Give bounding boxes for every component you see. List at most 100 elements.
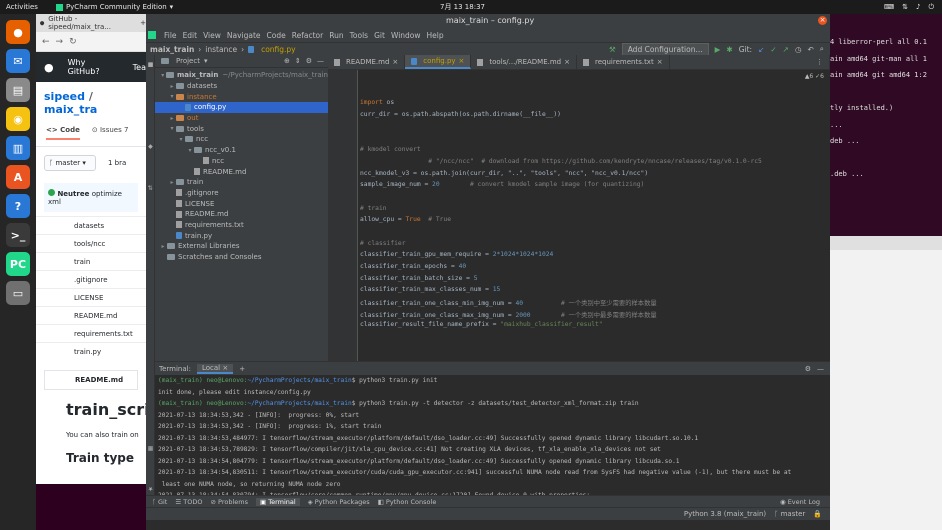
branch-selector[interactable]: ᚴ master ▾ [44, 155, 96, 171]
toolwindow-terminal[interactable]: ▣ Terminal [255, 497, 300, 506]
code-area[interactable]: import os curr_dir = os.path.abspath(os.p… [360, 76, 830, 333]
chevron-down-icon[interactable]: ▾ [177, 136, 185, 143]
structure-tool-button[interactable]: ▦ [147, 445, 154, 452]
tree-item[interactable]: train.py [155, 230, 328, 241]
files-icon[interactable]: ▤ [6, 78, 30, 102]
chevron-down-icon[interactable]: ▾ [159, 72, 166, 79]
git-update-icon[interactable]: ↙ [758, 45, 764, 54]
hide-icon[interactable]: — [817, 365, 824, 373]
chevron-down-icon[interactable]: ▾ [186, 147, 194, 154]
run-icon[interactable]: ▶ [715, 45, 721, 54]
toolwindow-todo[interactable]: ☰ TODO [175, 498, 202, 506]
breadcrumb-file[interactable]: config.py [261, 45, 296, 54]
hammer-icon[interactable]: ⚒ [609, 45, 616, 54]
terminal-tab-local[interactable]: Local × [196, 363, 234, 374]
menu-help[interactable]: Help [427, 31, 444, 40]
repo-name-link[interactable]: maix_tra [44, 103, 97, 116]
pull-requests-tool-button[interactable]: ⇄ [147, 185, 154, 190]
tree-item[interactable]: ▸ out [155, 113, 328, 124]
power-icon[interactable]: ⏻ [928, 3, 934, 12]
branch-count[interactable]: 1 bra [108, 159, 126, 167]
tree-item[interactable]: config.py [155, 102, 328, 113]
file-list-item[interactable]: requirements.txt [36, 324, 146, 342]
git-push-icon[interactable]: ↗ [783, 45, 789, 54]
menu-file[interactable]: File [164, 31, 177, 40]
close-tab-icon[interactable]: × [459, 57, 465, 65]
system-tray[interactable]: ⌨ ⇅ ♪ ⏻ [884, 3, 934, 12]
close-tab-icon[interactable]: × [392, 58, 398, 66]
firefox-icon[interactable]: ● [6, 20, 30, 44]
git-commit-icon[interactable]: ✓ [770, 45, 776, 54]
tree-item[interactable]: ncc [155, 156, 328, 167]
rollback-icon[interactable]: ↶ [808, 45, 814, 54]
git-branch-widget[interactable]: ᚴ master [774, 510, 805, 518]
close-tab-icon[interactable]: × [657, 58, 663, 66]
chevron-down-icon[interactable]: ▾ [168, 125, 176, 132]
commit-author[interactable]: Neutree [57, 190, 89, 198]
rhythmbox-icon[interactable]: ◉ [6, 107, 30, 131]
tree-item[interactable]: ▸ train [155, 177, 328, 188]
tab-code[interactable]: <> Code [46, 126, 80, 140]
tree-item[interactable]: ▾ maix_train ~/PycharmProjects/maix_train [155, 70, 328, 81]
help-icon[interactable]: ? [6, 194, 30, 218]
nav-why-github[interactable]: Why GitHub? [68, 58, 119, 76]
menu-navigate[interactable]: Navigate [227, 31, 261, 40]
locate-icon[interactable]: ⊕ [284, 57, 290, 65]
tree-item[interactable]: ▾ ncc [155, 134, 328, 145]
file-list-item[interactable]: train.py [36, 342, 146, 360]
add-configuration-button[interactable]: Add Configuration... [621, 42, 709, 56]
collapse-all-icon[interactable]: ⇕ [295, 57, 301, 65]
tree-item[interactable]: ▾ instance [155, 91, 328, 102]
menu-code[interactable]: Code [267, 31, 286, 40]
event-log-button[interactable]: ◉ Event Log [780, 498, 830, 506]
disk-icon[interactable]: ▭ [6, 281, 30, 305]
menu-view[interactable]: View [203, 31, 221, 40]
new-terminal-button[interactable]: + [239, 365, 245, 373]
gear-icon[interactable]: ⚙ [306, 57, 312, 65]
tree-item[interactable]: LICENSE [155, 198, 328, 209]
forward-icon[interactable]: → [56, 37, 64, 47]
file-list-item[interactable]: datasets [36, 216, 146, 234]
terminal-icon[interactable]: >_ [6, 223, 30, 247]
project-tool-button[interactable]: ■ [147, 61, 154, 68]
editor-tab[interactable]: tools/.../README.md × [471, 55, 577, 69]
tree-item[interactable]: ▸ datasets [155, 81, 328, 92]
close-tab-icon[interactable]: × [222, 364, 228, 372]
menu-run[interactable]: Run [329, 31, 343, 40]
menu-edit[interactable]: Edit [183, 31, 198, 40]
pycharm-icon[interactable]: PC [6, 252, 30, 276]
gear-icon[interactable]: ⚙ [805, 365, 811, 373]
editor-tab[interactable]: requirements.txt × [577, 55, 670, 69]
file-list-item[interactable]: .gitignore [36, 270, 146, 288]
reload-icon[interactable]: ↻ [69, 37, 77, 47]
tree-item[interactable]: Scratches and Consoles [155, 252, 328, 263]
network-icon[interactable]: ⇅ [902, 3, 908, 12]
search-icon[interactable]: ⌕ [820, 44, 824, 54]
chevron-right-icon[interactable]: ▸ [168, 115, 176, 122]
file-list-item[interactable]: tools/ncc [36, 234, 146, 252]
volume-icon[interactable]: ♪ [916, 3, 920, 12]
chevron-down-icon[interactable]: ▾ [168, 93, 176, 100]
toolwindow-git[interactable]: ᚴ Git [152, 498, 167, 506]
chevron-right-icon[interactable]: ▸ [168, 179, 176, 186]
writer-icon[interactable]: ▥ [6, 136, 30, 160]
menu-window[interactable]: Window [391, 31, 421, 40]
activities-button[interactable]: Activities [6, 3, 38, 11]
chevron-right-icon[interactable]: ▸ [168, 83, 176, 90]
app-menu[interactable]: PyCharm Community Edition ▾ [55, 3, 173, 11]
file-list-item[interactable]: LICENSE [36, 288, 146, 306]
nav-team[interactable]: Tea [133, 63, 146, 72]
browser-url-bar[interactable]: ← → ↻ [36, 32, 146, 52]
lock-icon[interactable]: 🔒 [813, 510, 822, 518]
file-list-item[interactable]: train [36, 252, 146, 270]
tree-item[interactable]: .gitignore [155, 188, 328, 199]
tab-issues[interactable]: ⊙ Issues 7 [92, 126, 129, 140]
pycharm-title-bar[interactable]: maix_train – config.py × [146, 14, 830, 28]
github-logo-icon[interactable]: ● [44, 61, 54, 74]
back-icon[interactable]: ← [42, 37, 50, 47]
tree-item[interactable]: ▸ External Libraries [155, 241, 328, 252]
thunderbird-icon[interactable]: ✉ [6, 49, 30, 73]
tab-overflow-icon[interactable]: ⋮ [810, 55, 830, 69]
toolwindow-python-console[interactable]: ◧ Python Console [378, 498, 437, 506]
chevron-down-icon[interactable]: ▾ [204, 57, 208, 65]
